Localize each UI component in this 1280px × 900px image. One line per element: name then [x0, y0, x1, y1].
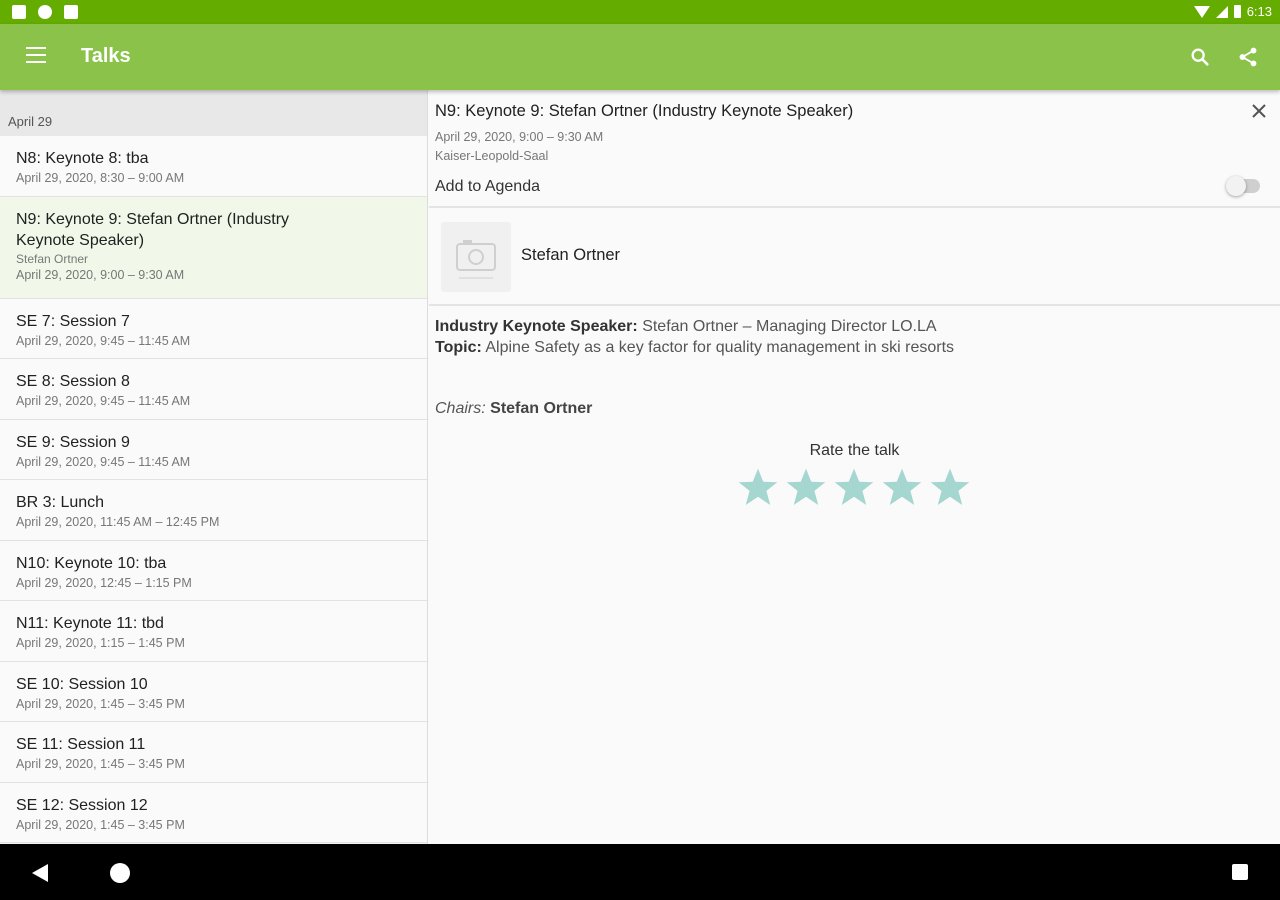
talk-title: SE 10: Session 10 [16, 675, 148, 693]
chairs-line: Chairs: Stefan Ortner [429, 358, 1280, 418]
wifi-icon [1193, 5, 1210, 18]
talk-title: N10: Keynote 10: tba [16, 554, 167, 572]
list-item[interactable]: SE 9: Session 9 April 29, 2020, 9:45 – 11… [0, 419, 427, 480]
talk-time: April 29, 2020, 9:00 – 9:30 AM [16, 267, 185, 282]
back-icon[interactable] [30, 863, 50, 883]
talk-title: SE 7: Session 7 [16, 312, 130, 330]
talk-time: April 29, 2020, 9:45 – 11:45 AM [16, 454, 191, 469]
notification-icon [12, 5, 26, 19]
talk-time: April 29, 2020, 1:45 – 3:45 PM [16, 817, 185, 832]
talk-time: April 29, 2020, 1:45 – 3:45 PM [16, 696, 185, 711]
talk-time: April 29, 2020, 8:30 – 9:00 AM [16, 171, 185, 185]
talk-title: N9: Keynote 9: Stefan Ortner (Industry K… [16, 210, 290, 249]
detail-time: April 29, 2020, 9:00 – 9:30 AM [435, 130, 604, 144]
talk-title: N8: Keynote 8: tba [16, 150, 149, 167]
speaker-row[interactable]: Stefan Ortner [429, 208, 1280, 306]
rate-label: Rate the talk [809, 442, 900, 459]
talk-list[interactable]: April 29 N8: Keynote 8: tba April 29, 202… [0, 90, 428, 844]
talk-time: April 29, 2020, 12:45 – 1:15 PM [16, 575, 192, 590]
star-icon[interactable] [785, 466, 827, 508]
topic-line: Topic: Alpine Safety as a key factor for… [435, 337, 1274, 358]
talk-time: April 29, 2020, 9:45 – 11:45 AM [16, 333, 191, 348]
list-item[interactable]: N11: Keynote 11: tbd April 29, 2020, 1:15… [0, 601, 427, 662]
topic-label: Topic: [435, 339, 482, 356]
detail-title: N9: Keynote 9: Stefan Ortner (Industry K… [435, 102, 854, 120]
speaker-text: Stefan Ortner – Managing Director LO.LA [642, 318, 937, 335]
star-icon[interactable] [833, 466, 875, 508]
toggle-knob [1226, 176, 1246, 196]
search-icon[interactable] [1189, 46, 1211, 68]
list-item[interactable]: BR 3: Lunch April 29, 2020, 11:45 AM – 12… [0, 480, 427, 541]
chairs-label: Chairs: [435, 400, 486, 417]
clock: 6:13 [1246, 4, 1272, 19]
topic-text: Alpine Safety as a key factor for qualit… [485, 339, 955, 356]
talk-title: SE 8: Session 8 [16, 373, 130, 390]
detail-room: Kaiser-Leopold-Saal [435, 149, 549, 163]
list-item[interactable]: SE 12: Session 12 April 29, 2020, 1:45 – … [0, 782, 427, 843]
avatar [441, 222, 511, 292]
app-bar: Talks [0, 24, 1280, 90]
talk-speaker: Stefan Ortner [16, 251, 89, 266]
speaker-name: Stefan Ortner [521, 246, 621, 264]
list-item[interactable]: N10: Keynote 10: tba April 29, 2020, 12:4… [0, 540, 427, 601]
talk-time: April 29, 2020, 1:15 – 1:45 PM [16, 636, 185, 650]
list-item[interactable]: SE 11: Session 11 April 29, 2020, 1:45 – … [0, 722, 427, 783]
status-bar: 6:13 [0, 0, 1280, 24]
menu-icon[interactable] [26, 47, 46, 63]
talk-title: N11: Keynote 11: tbd [16, 615, 164, 632]
star-icon[interactable] [929, 466, 971, 508]
signal-icon [1215, 5, 1228, 18]
navigation-bar [0, 844, 1280, 900]
talk-time: April 29, 2020, 11:45 AM – 12:45 PM [16, 515, 220, 529]
talk-title: SE 12: Session 12 [16, 796, 148, 814]
talk-title: SE 11: Session 11 [16, 736, 146, 753]
add-to-agenda-toggle[interactable] [1226, 176, 1260, 196]
close-icon[interactable] [1250, 102, 1268, 120]
sync-icon [38, 5, 52, 19]
home-icon[interactable] [110, 863, 130, 883]
list-item[interactable]: N8: Keynote 8: tba April 29, 2020, 8:30 –… [0, 136, 427, 197]
star-icon[interactable] [881, 466, 923, 508]
talk-time: April 29, 2020, 1:45 – 3:45 PM [16, 757, 185, 771]
talk-time: April 29, 2020, 9:45 – 11:45 AM [16, 394, 191, 408]
list-item[interactable]: SE 10: Session 10 April 29, 2020, 1:45 – … [0, 661, 427, 722]
list-item[interactable]: SE 8: Session 8 April 29, 2020, 9:45 – 11… [0, 359, 427, 420]
page-title: Talks [81, 45, 131, 67]
detail-header: N9: Keynote 9: Stefan Ortner (Industry K… [429, 90, 1280, 208]
list-item[interactable]: N9: Keynote 9: Stefan Ortner (Industry K… [0, 196, 427, 299]
notification-icons [12, 5, 78, 19]
talk-description: Industry Keynote Speaker: Stefan Ortner … [429, 306, 1280, 358]
list-item[interactable]: SE 7: Session 7 April 29, 2020, 9:45 – 11… [0, 298, 427, 359]
chairs-name: Stefan Ortner [490, 400, 593, 417]
share-icon[interactable] [1237, 46, 1259, 68]
add-to-agenda-label: Add to Agenda [435, 178, 540, 195]
rating-stars[interactable] [737, 466, 971, 508]
talk-title: SE 9: Session 9 [16, 433, 130, 451]
system-icons: 6:13 [1193, 4, 1272, 19]
speaker-label: Industry Keynote Speaker: [435, 318, 638, 335]
star-icon[interactable] [737, 466, 779, 508]
sd-card-icon [64, 5, 78, 19]
speaker-line: Industry Keynote Speaker: Stefan Ortner … [435, 316, 1274, 337]
talk-title: BR 3: Lunch [16, 494, 105, 511]
day-header: April 29 [0, 90, 427, 136]
battery-icon [1233, 5, 1241, 18]
talk-detail: N9: Keynote 9: Stefan Ortner (Industry K… [429, 90, 1280, 844]
recents-icon[interactable] [1232, 864, 1248, 880]
